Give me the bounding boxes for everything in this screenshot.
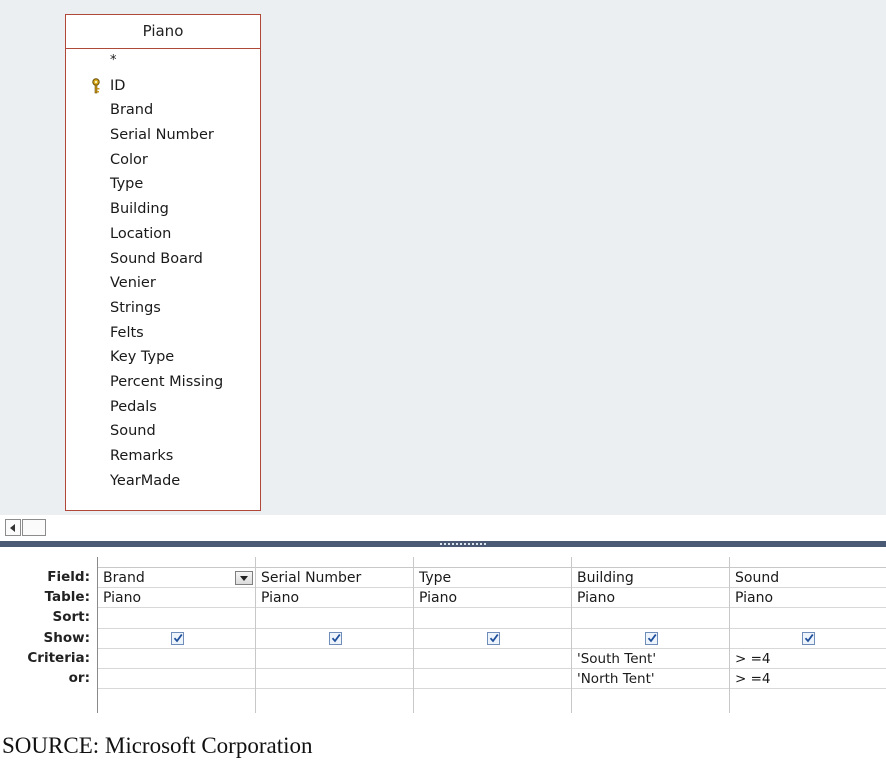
checkbox-checked-icon[interactable] [171,631,184,645]
criteria-cell[interactable]: 'South Tent' [572,649,729,669]
field-cell[interactable]: Brand [98,568,255,589]
field-cell[interactable]: Sound [730,568,886,589]
column-selector[interactable] [572,557,729,568]
grid-row-labels: Field: Table: Sort: Show: Criteria: or: [0,567,96,688]
checkbox-checked-icon[interactable] [645,631,658,645]
table-cell[interactable]: Piano [572,588,729,609]
arrow-left-icon[interactable] [5,519,21,536]
row-label-criteria: Criteria: [27,649,90,666]
checkbox-checked-icon[interactable] [329,631,342,645]
field-item-venier[interactable]: Venier [66,271,260,296]
field-item-remarks[interactable]: Remarks [66,444,260,469]
horizontal-scrollbar[interactable] [0,515,886,541]
show-cell[interactable] [98,629,255,649]
show-cell[interactable] [414,629,571,649]
grid-column-building: Building Piano 'South Tent' 'North Tent' [572,557,730,713]
scrollbar-thumb[interactable] [22,519,46,536]
checkbox-checked-icon[interactable] [802,631,815,645]
field-item-serial-number[interactable]: Serial Number [66,123,260,148]
table-cell[interactable]: Piano [98,588,255,609]
row-label-table: Table: [44,589,90,606]
field-item-sound-board[interactable]: Sound Board [66,247,260,272]
or-cell[interactable]: 'North Tent' [572,669,729,690]
field-item-sound[interactable]: Sound [66,419,260,444]
sort-cell[interactable] [256,608,413,629]
query-design-pane: Piano * ID Brand Serial Number Color Typ… [0,0,886,515]
grid-column-type: Type Piano [414,557,572,713]
criteria-cell[interactable] [414,649,571,669]
row-label-sort: Sort: [52,609,90,626]
grid-columns: Brand Piano Serial Number Piano Type Pia… [98,557,886,713]
field-item-id[interactable]: ID [66,74,260,99]
criteria-cell[interactable] [98,649,255,669]
column-selector[interactable] [98,557,255,568]
field-item-percent-missing[interactable]: Percent Missing [66,370,260,395]
table-title[interactable]: Piano [66,15,260,49]
sort-cell[interactable] [730,608,886,629]
criteria-cell[interactable] [256,649,413,669]
or-cell[interactable]: > =4 [730,669,886,690]
field-cell[interactable]: Serial Number [256,568,413,589]
row-label-show: Show: [43,629,90,646]
checkbox-checked-icon[interactable] [487,631,500,645]
column-selector[interactable] [730,557,886,568]
sort-cell[interactable] [98,608,255,629]
sort-cell[interactable] [414,608,571,629]
column-selector[interactable] [256,557,413,568]
key-icon [92,77,100,93]
or-cell[interactable] [98,669,255,690]
field-item-building[interactable]: Building [66,197,260,222]
show-cell[interactable] [730,629,886,649]
table-cell[interactable]: Piano [256,588,413,609]
splitter-grip[interactable] [440,543,488,545]
field-item-yearmade[interactable]: YearMade [66,469,260,494]
field-item-location[interactable]: Location [66,222,260,247]
field-item-pedals[interactable]: Pedals [66,395,260,420]
field-cell[interactable]: Building [572,568,729,589]
or-cell[interactable] [414,669,571,690]
field-cell[interactable]: Type [414,568,571,589]
field-item-color[interactable]: Color [66,148,260,173]
table-cell[interactable]: Piano [414,588,571,609]
table-field-list-piano[interactable]: Piano * ID Brand Serial Number Color Typ… [65,14,261,511]
field-item-felts[interactable]: Felts [66,321,260,346]
query-design-grid: Field: Table: Sort: Show: Criteria: or: … [0,547,886,713]
chevron-down-icon[interactable] [235,571,253,585]
table-cell[interactable]: Piano [730,588,886,609]
grid-column-brand: Brand Piano [98,557,256,713]
field-item-key-type[interactable]: Key Type [66,345,260,370]
sort-cell[interactable] [572,608,729,629]
field-item-all[interactable]: * [66,49,260,74]
source-caption: SOURCE: Microsoft Corporation [2,733,313,758]
show-cell[interactable] [572,629,729,649]
criteria-cell[interactable]: > =4 [730,649,886,669]
grid-column-serial-number: Serial Number Piano [256,557,414,713]
row-label-field: Field: [47,569,90,585]
field-item-type[interactable]: Type [66,172,260,197]
field-item-brand[interactable]: Brand [66,98,260,123]
column-selector[interactable] [414,557,571,568]
or-cell[interactable] [256,669,413,690]
field-list: * ID Brand Serial Number Color Type Buil… [66,49,260,493]
field-item-strings[interactable]: Strings [66,296,260,321]
row-label-or: or: [68,669,90,686]
show-cell[interactable] [256,629,413,649]
grid-column-sound: Sound Piano > =4 > =4 [730,557,886,713]
